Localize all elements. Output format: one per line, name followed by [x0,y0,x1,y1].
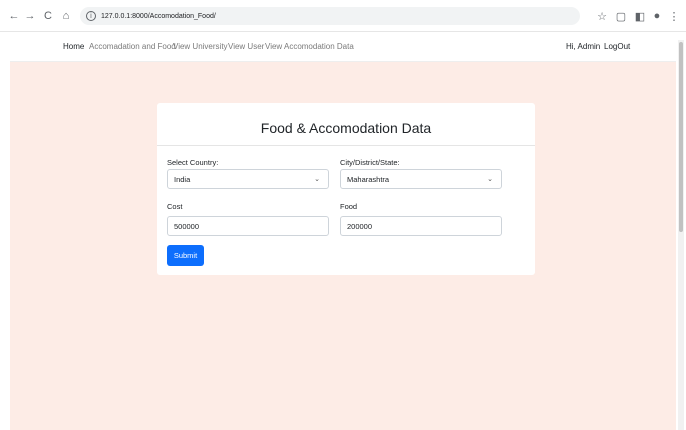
forward-arrow-icon[interactable]: → [22,8,38,24]
nav-view-accommodation-data[interactable]: View Accomodation Data [265,42,354,51]
user-greeting: Hi, Admin [566,42,601,51]
nav-view-user[interactable]: View User [228,42,264,51]
nav-view-university[interactable]: View University [173,42,228,51]
reload-icon[interactable]: C [40,8,56,24]
bookmark-star-icon[interactable]: ☆ [595,8,609,24]
nav-accommodation-food[interactable]: Accomadation and Food [89,42,176,51]
food-label: Food [340,202,358,211]
logout-link[interactable]: LogOut [604,42,630,51]
site-info-icon[interactable]: i [86,11,96,21]
form-title: Food & Accomodation Data [260,120,432,136]
city-label: City/District/State: [340,158,400,167]
sidebar-icon[interactable]: ◧ [633,8,647,24]
nav-home[interactable]: Home [63,42,84,51]
cost-label: Cost [167,202,183,211]
scrollbar-thumb[interactable] [679,42,683,232]
chevron-down-icon: ⌄ [314,175,320,183]
back-arrow-icon[interactable]: ← [6,8,22,24]
country-select[interactable]: India ⌄ [167,169,329,189]
chevron-down-icon: ⌄ [487,175,493,183]
profile-icon[interactable]: ● [650,8,664,24]
browser-menu-icon[interactable]: ⋮ [667,8,681,24]
city-select[interactable]: Maharashtra ⌄ [340,169,502,189]
browser-toolbar: ← → C ⌂ i 127.0.0.1:8000/Accomodation_Fo… [0,0,686,32]
cost-input-value: 500000 [174,221,200,231]
food-input[interactable]: 200000 [340,216,502,236]
country-selected-value: India [174,174,191,184]
form-card: Food & Accomodation Data Select Country:… [157,103,535,275]
cost-input[interactable]: 500000 [167,216,329,236]
address-bar[interactable]: i 127.0.0.1:8000/Accomodation_Food/ [80,7,580,25]
app-navbar: Home Accomadation and Food View Universi… [10,32,676,62]
url-text: 127.0.0.1:8000/Accomodation_Food/ [101,12,216,20]
food-input-value: 200000 [347,221,373,231]
home-icon[interactable]: ⌂ [58,8,74,24]
extensions-icon[interactable]: ▢ [614,8,628,24]
country-label: Select Country: [167,158,219,167]
submit-button[interactable]: Submit [167,245,204,266]
city-selected-value: Maharashtra [347,174,390,184]
card-divider [157,145,535,146]
